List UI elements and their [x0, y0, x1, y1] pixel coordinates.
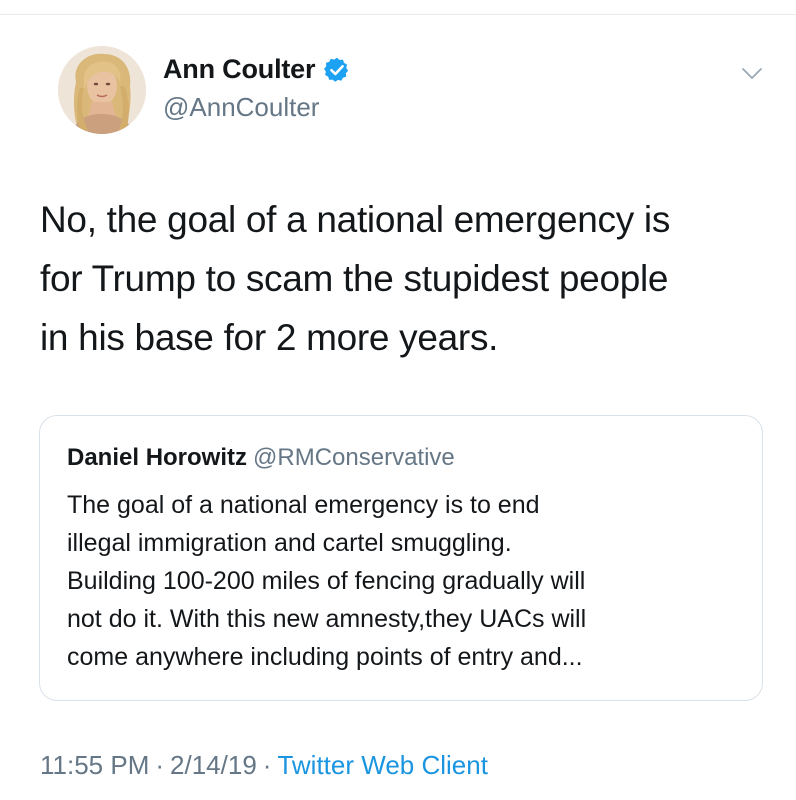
author-display-name[interactable]: Ann Coulter	[163, 54, 315, 85]
tweet-client-link[interactable]: Twitter Web Client	[277, 750, 487, 780]
tweet-meta: 11:55 PM · 2/14/19 · Twitter Web Client	[40, 750, 488, 781]
meta-separator: ·	[155, 750, 165, 780]
avatar[interactable]	[58, 46, 146, 134]
quoted-tweet-text: The goal of a national emergency is to e…	[67, 486, 747, 676]
author-name-row[interactable]: Ann Coulter	[163, 54, 351, 85]
quoted-text-line: come anywhere including points of entry …	[67, 643, 583, 671]
tweet-text-line: No, the goal of a national emergency is	[40, 199, 671, 240]
quoted-text-line: not do it. With this new amnesty,they UA…	[67, 605, 587, 633]
tweet-date[interactable]: 2/14/19	[170, 750, 257, 780]
quoted-author-name: Daniel Horowitz	[67, 444, 248, 471]
tweet-text: No, the goal of a national emergency is …	[40, 190, 770, 367]
tweet-text-line: for Trump to scam the stupidest people	[40, 258, 669, 299]
chevron-down-icon[interactable]	[740, 64, 764, 84]
verified-badge-icon	[323, 56, 351, 84]
quoted-tweet-card[interactable]: Daniel Horowitz @RMConservative The goal …	[39, 415, 763, 701]
tweet-time[interactable]: 11:55 PM	[40, 750, 149, 780]
meta-separator: ·	[262, 750, 272, 780]
author-handle[interactable]: @AnnCoulter	[163, 92, 319, 123]
avatar-image	[58, 46, 146, 134]
quoted-text-line: Building 100-200 miles of fencing gradua…	[67, 567, 586, 595]
quoted-tweet-header: Daniel Horowitz @RMConservative	[67, 444, 455, 472]
quoted-text-line: illegal immigration and cartel smuggling…	[67, 529, 512, 557]
quoted-author-handle: @RMConservative	[253, 444, 455, 471]
top-divider	[0, 14, 796, 15]
quoted-text-line: The goal of a national emergency is to e…	[67, 491, 540, 519]
tweet-text-line: in his base for 2 more years.	[40, 317, 499, 358]
